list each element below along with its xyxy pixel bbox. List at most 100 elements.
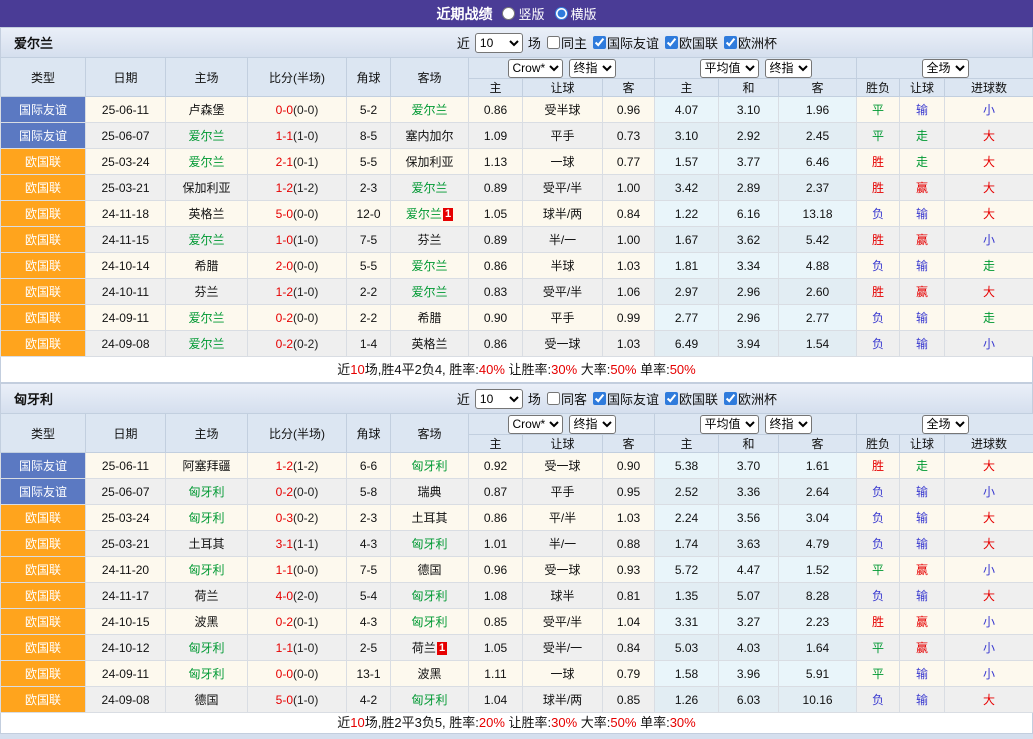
nations-league-checkbox[interactable] xyxy=(665,392,678,405)
match-date: 25-03-21 xyxy=(86,175,166,201)
avg-stage-select[interactable]: 终指 xyxy=(765,415,812,434)
match-date: 25-06-11 xyxy=(86,453,166,479)
result-winlose: 胜 xyxy=(857,279,900,305)
nations-league-option[interactable]: 欧国联 xyxy=(665,389,718,408)
match-score: 0-2(0-0) xyxy=(248,305,347,331)
match-score: 1-2(1-2) xyxy=(248,453,347,479)
euro-option[interactable]: 欧洲杯 xyxy=(724,389,777,408)
away-team-name: 希腊 xyxy=(417,311,441,325)
same-venue-label: 同客 xyxy=(561,389,587,408)
match-score: 1-1(0-0) xyxy=(248,557,347,583)
same-venue-option[interactable]: 同主 xyxy=(547,33,587,52)
away-team-name: 荷兰 xyxy=(412,641,436,655)
topbar: 近期战绩 竖版 横版 xyxy=(0,0,1033,27)
average-group-header: 平均值终指 xyxy=(655,414,857,435)
match-type-badge: 欧国联 xyxy=(1,687,86,713)
friendly-option[interactable]: 国际友谊 xyxy=(593,33,659,52)
euro-checkbox[interactable] xyxy=(724,392,737,405)
match-score: 1-1(1-0) xyxy=(248,123,347,149)
fulltime-select[interactable]: 全场 xyxy=(922,59,969,78)
away-team: 塞内加尔 xyxy=(391,123,469,149)
match-score: 1-1(1-0) xyxy=(248,635,347,661)
result-goals: 大 xyxy=(945,149,1033,175)
vertical-layout-radio[interactable] xyxy=(502,7,515,20)
result-winlose: 平 xyxy=(857,97,900,123)
match-date: 24-11-15 xyxy=(86,227,166,253)
corner-count: 1-4 xyxy=(347,331,391,357)
page-title: 近期战绩 xyxy=(436,4,492,24)
fulltime-score: 1-0 xyxy=(276,233,293,247)
avg-away-odds: 13.18 xyxy=(779,201,857,227)
average-select[interactable]: 平均值 xyxy=(700,415,759,434)
halftime-score: (1-1) xyxy=(293,537,318,551)
result-goals: 小 xyxy=(945,331,1033,357)
horizontal-layout-option[interactable]: 横版 xyxy=(555,4,597,23)
result-handicap: 输 xyxy=(900,201,945,227)
match-type-badge: 欧国联 xyxy=(1,305,86,331)
col-handicap-home: 主 xyxy=(469,435,523,453)
handicap-line: 半/一 xyxy=(523,227,603,253)
col-goals: 进球数 xyxy=(945,435,1033,453)
match-row: 欧国联 24-09-08 德国 5-0(1-0) 4-2 匈牙利 1.04 球半… xyxy=(1,687,1033,713)
away-team: 爱尔兰 xyxy=(391,279,469,305)
match-date: 24-09-08 xyxy=(86,331,166,357)
avg-stage-select[interactable]: 终指 xyxy=(765,59,812,78)
avg-home-odds: 2.24 xyxy=(655,505,719,531)
friendly-checkbox[interactable] xyxy=(593,36,606,49)
match-row: 欧国联 24-11-18 英格兰 5-0(0-0) 12-0 爱尔兰1 1.05… xyxy=(1,201,1033,227)
nations-league-option[interactable]: 欧国联 xyxy=(665,33,718,52)
bookmaker-select[interactable]: Crow* xyxy=(508,59,563,78)
match-row: 欧国联 24-09-11 爱尔兰 0-2(0-0) 2-2 希腊 0.90 平手… xyxy=(1,305,1033,331)
euro-checkbox[interactable] xyxy=(724,36,737,49)
match-row: 国际友谊 25-06-07 匈牙利 0-2(0-0) 5-8 瑞典 0.87 平… xyxy=(1,479,1033,505)
away-team-name: 匈牙利 xyxy=(411,537,447,551)
nations-league-checkbox[interactable] xyxy=(665,36,678,49)
average-select[interactable]: 平均值 xyxy=(700,59,759,78)
handicap-line: 受平/半 xyxy=(523,279,603,305)
avg-away-odds: 1.52 xyxy=(779,557,857,583)
match-score: 0-3(0-2) xyxy=(248,505,347,531)
odds-stage-select[interactable]: 终指 xyxy=(569,59,616,78)
handicap-home-odds: 0.89 xyxy=(469,227,523,253)
match-count-select[interactable]: 10 xyxy=(475,33,523,53)
result-goals: 走 xyxy=(945,305,1033,331)
avg-away-odds: 4.79 xyxy=(779,531,857,557)
match-row: 欧国联 25-03-21 土耳其 3-1(1-1) 4-3 匈牙利 1.01 半… xyxy=(1,531,1033,557)
avg-home-odds: 1.67 xyxy=(655,227,719,253)
results-table: 类型 日期 主场 比分(半场) 角球 客场 Crow*终指 平均值终指 全场 xyxy=(0,413,1033,713)
bookmaker-select[interactable]: Crow* xyxy=(508,415,563,434)
handicap-away-odds: 0.93 xyxy=(603,557,655,583)
friendly-option[interactable]: 国际友谊 xyxy=(593,389,659,408)
col-handicap-home: 主 xyxy=(469,79,523,97)
result-handicap: 输 xyxy=(900,253,945,279)
home-team: 芬兰 xyxy=(166,279,248,305)
fulltime-select[interactable]: 全场 xyxy=(922,415,969,434)
match-count-select[interactable]: 10 xyxy=(475,389,523,409)
handicap-away-odds: 1.06 xyxy=(603,279,655,305)
halftime-score: (0-1) xyxy=(293,155,318,169)
handicap-home-odds: 1.04 xyxy=(469,687,523,713)
summary-text: 单率: xyxy=(636,362,669,377)
vertical-layout-option[interactable]: 竖版 xyxy=(502,4,544,23)
horizontal-layout-radio[interactable] xyxy=(555,7,568,20)
match-date: 25-06-07 xyxy=(86,123,166,149)
same-venue-label: 同主 xyxy=(561,33,587,52)
friendly-checkbox[interactable] xyxy=(593,392,606,405)
corner-count: 2-3 xyxy=(347,175,391,201)
home-team: 卢森堡 xyxy=(166,97,248,123)
match-date: 24-10-11 xyxy=(86,279,166,305)
match-score: 2-0(0-0) xyxy=(248,253,347,279)
away-team-name: 塞内加尔 xyxy=(405,129,453,143)
odds-stage-select[interactable]: 终指 xyxy=(569,415,616,434)
summary-text: 40% xyxy=(479,362,505,377)
corner-count: 4-3 xyxy=(347,531,391,557)
match-score: 1-2(1-2) xyxy=(248,175,347,201)
away-team-name: 爱尔兰 xyxy=(411,181,447,195)
euro-option[interactable]: 欧洲杯 xyxy=(724,33,777,52)
same-venue-checkbox[interactable] xyxy=(547,36,560,49)
fulltime-score: 2-1 xyxy=(276,155,293,169)
home-team: 保加利亚 xyxy=(166,175,248,201)
same-venue-checkbox[interactable] xyxy=(547,392,560,405)
home-team: 匈牙利 xyxy=(166,479,248,505)
same-venue-option[interactable]: 同客 xyxy=(547,389,587,408)
